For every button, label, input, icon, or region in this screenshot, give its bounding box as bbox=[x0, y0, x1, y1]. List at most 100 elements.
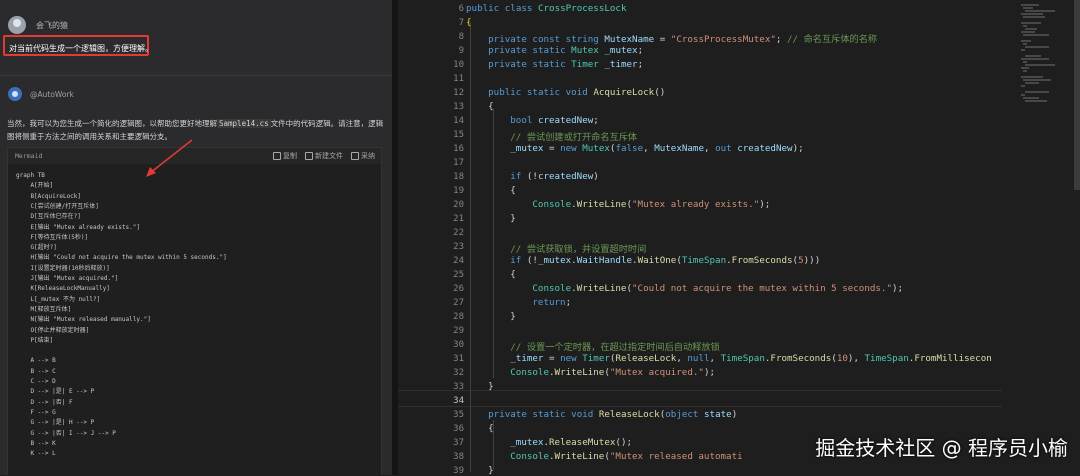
minimap-line bbox=[1025, 64, 1055, 66]
line-number: 23 bbox=[453, 242, 464, 252]
code-line[interactable]: // 设置一个定时器，在超过指定时间后自动释放锁 bbox=[466, 339, 720, 353]
code-line[interactable]: { bbox=[466, 269, 516, 280]
code-line[interactable]: _mutex = new Mutex(false, MutexName, out… bbox=[466, 143, 803, 154]
minimap-line bbox=[1021, 85, 1025, 87]
mermaid-line: G[超时?] bbox=[16, 244, 57, 252]
line-number: 30 bbox=[453, 340, 464, 350]
minimap-line bbox=[1023, 79, 1051, 81]
watermark: 掘金技术社区 @ 程序员小榆 bbox=[815, 436, 1068, 460]
code-line[interactable]: _mutex.ReleaseMutex(); bbox=[466, 437, 632, 448]
code-line[interactable]: _timer = new Timer(ReleaseLock, null, Ti… bbox=[466, 353, 992, 364]
mermaid-line: H[输出 "Could not acquire the mutex within… bbox=[16, 254, 227, 262]
minimap-line bbox=[1023, 34, 1049, 36]
line-number: 37 bbox=[453, 438, 464, 448]
code-line[interactable]: } bbox=[466, 465, 494, 476]
code-line[interactable]: // 尝试获取锁，并设置超时时间 bbox=[466, 241, 646, 255]
line-number: 20 bbox=[453, 200, 464, 210]
code-line[interactable]: Console.WriteLine("Could not acquire the… bbox=[466, 283, 903, 294]
mermaid-line: B[AcquireLock] bbox=[16, 192, 82, 200]
mermaid-line: B --> K bbox=[16, 439, 56, 447]
code-line[interactable]: { bbox=[466, 185, 516, 196]
minimap-line bbox=[1025, 100, 1047, 102]
minimap-line bbox=[1023, 70, 1027, 72]
code-line[interactable]: bool createdNew; bbox=[466, 115, 599, 126]
adopt-button[interactable]: 采纳 bbox=[351, 151, 375, 161]
code-line[interactable]: return; bbox=[466, 297, 571, 308]
code-line[interactable]: { bbox=[466, 101, 494, 112]
copy-button[interactable]: 复制 bbox=[273, 151, 297, 161]
line-number: 6 bbox=[458, 4, 464, 14]
line-number: 17 bbox=[453, 158, 464, 168]
mermaid-line: N[输出 "Mutex released manually."] bbox=[16, 316, 151, 324]
minimap-line bbox=[1021, 67, 1029, 69]
line-number: 28 bbox=[453, 312, 464, 322]
line-number: 12 bbox=[453, 88, 464, 98]
line-number: 27 bbox=[453, 298, 464, 308]
minimap-line bbox=[1021, 76, 1043, 78]
mermaid-line: P[结束] bbox=[16, 336, 54, 344]
line-number: 38 bbox=[453, 452, 464, 462]
minimap-line bbox=[1023, 61, 1027, 63]
code-line[interactable]: public static void AcquireLock() bbox=[466, 87, 665, 98]
answer-file-name: Sample14.cs bbox=[217, 119, 271, 128]
line-number: 18 bbox=[453, 172, 464, 182]
line-number: 34 bbox=[453, 396, 464, 406]
user-avatar bbox=[8, 16, 26, 34]
mermaid-line: L[_mutex 不为 null?] bbox=[16, 295, 101, 303]
code-line[interactable]: Console.WriteLine("Mutex acquired."); bbox=[466, 367, 715, 378]
mermaid-line: A --> B bbox=[16, 357, 56, 365]
minimap-line bbox=[1023, 7, 1033, 9]
minimap-line bbox=[1025, 55, 1041, 57]
code-line[interactable]: if (!createdNew) bbox=[466, 171, 599, 182]
code-line[interactable]: } bbox=[466, 381, 494, 392]
code-language-label: Mermaid bbox=[15, 152, 43, 160]
code-line[interactable]: private static Mutex _mutex; bbox=[466, 45, 643, 56]
minimap-line bbox=[1023, 16, 1045, 18]
code-line[interactable]: private static Timer _timer; bbox=[466, 59, 643, 70]
code-line[interactable]: { bbox=[466, 423, 494, 434]
code-line[interactable]: // 尝试创建或打开命名互斥体 bbox=[466, 129, 637, 143]
line-number: 11 bbox=[453, 74, 464, 84]
mermaid-line: I[设置定时器(10秒后释放)] bbox=[16, 264, 110, 272]
bot-avatar-icon bbox=[8, 87, 22, 101]
mermaid-line: C --> D bbox=[16, 378, 56, 385]
minimap-line bbox=[1021, 40, 1031, 42]
mermaid-line: G --> |是| H --> P bbox=[16, 419, 95, 427]
code-line[interactable]: private static void ReleaseLock(object s… bbox=[466, 409, 737, 420]
chat-panel: 会飞的猿 对当前代码生成一个逻辑图，方便理解。 @AutoWork 当然，我可以… bbox=[0, 0, 392, 475]
line-number: 19 bbox=[453, 186, 464, 196]
mermaid-line: graph TB bbox=[16, 172, 45, 179]
minimap-line bbox=[1021, 58, 1049, 60]
line-number: 10 bbox=[453, 60, 464, 70]
line-number: 21 bbox=[453, 214, 464, 224]
mermaid-code-block: Mermaid 复制 新建文件 采纳 graph TB A[开始] B[Acqu… bbox=[7, 147, 382, 475]
line-number: 22 bbox=[453, 228, 464, 238]
code-line[interactable]: } bbox=[466, 213, 516, 224]
line-number: 9 bbox=[458, 46, 464, 56]
code-line[interactable]: Console.WriteLine("Mutex already exists.… bbox=[466, 199, 770, 210]
mermaid-line: C[尝试创建/打开互斥体] bbox=[16, 202, 99, 210]
code-line[interactable]: } bbox=[466, 311, 516, 322]
code-line[interactable]: private const string MutexName = "CrossP… bbox=[466, 31, 877, 45]
minimap-line bbox=[1021, 22, 1041, 24]
line-number: 13 bbox=[453, 102, 464, 112]
minimap-line bbox=[1025, 91, 1049, 93]
message-separator bbox=[0, 75, 392, 76]
line-number: 36 bbox=[453, 424, 464, 434]
adopt-icon bbox=[351, 152, 359, 160]
line-number: 33 bbox=[453, 382, 464, 392]
code-line[interactable]: Console.WriteLine("Mutex released automa… bbox=[466, 451, 742, 462]
mermaid-line: K[ReleaseLockManually] bbox=[16, 285, 110, 293]
minimap-line bbox=[1021, 49, 1025, 51]
vertical-scrollbar[interactable] bbox=[1074, 0, 1080, 190]
minimap-line bbox=[1021, 13, 1043, 15]
new-file-button[interactable]: 新建文件 bbox=[305, 151, 343, 161]
new-file-icon bbox=[305, 152, 313, 160]
code-line[interactable]: { bbox=[466, 17, 472, 28]
user-prompt-text: 对当前代码生成一个逻辑图，方便理解。 bbox=[9, 44, 153, 53]
current-line-highlight bbox=[398, 390, 1002, 407]
line-number: 24 bbox=[453, 256, 464, 266]
minimap[interactable] bbox=[1015, 0, 1075, 475]
code-line[interactable]: public class CrossProcessLock bbox=[466, 3, 626, 14]
code-line[interactable]: if (!_mutex.WaitHandle.WaitOne(TimeSpan.… bbox=[466, 255, 820, 266]
